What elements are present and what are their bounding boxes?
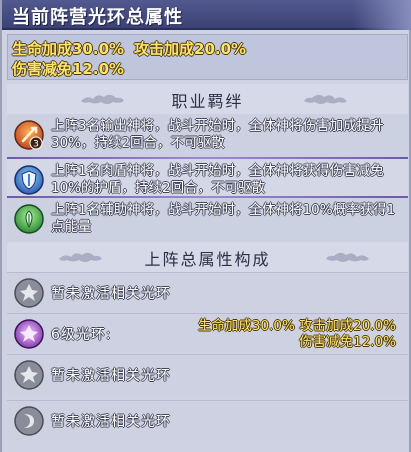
sword-icon: 3: [14, 120, 44, 150]
aura-gray-icon: [14, 406, 44, 436]
aura-purple-icon: [14, 319, 44, 349]
bond-row-damage: 3 上阵3名输出神将，战斗开始时，全体神将伤害加成提升30%，持续2回合，不可驱…: [7, 114, 408, 158]
bond-row-support: 上阵1名辅助神将，战斗开始时，全体神将10%概率获得1点能量: [7, 198, 408, 242]
aura-stat-line-1: 生命加成30.0% 攻击加成20.0%: [197, 318, 396, 334]
aura-status-text: 暂未激活相关光环: [51, 286, 171, 302]
aura-row: 暂未激活相关光环: [7, 272, 408, 312]
bond-description: 上阵1名辅助神将，战斗开始时，全体神将10%概率获得1点能量: [51, 202, 396, 235]
summary-line-1: 生命加成30.0% 攻击加成20.0%: [12, 38, 246, 59]
bonds-section-header: 职业羁绊: [7, 84, 408, 114]
aura-row-active: 6级光环: 生命加成30.0% 攻击加成20.0% 伤害减免12.0%: [7, 313, 408, 353]
aura-attributes-panel: 当前阵营光环总属性 生命加成30.0% 攻击加成20.0% 伤害减免12.0% 职…: [0, 0, 411, 452]
title-bar-cap: [353, 0, 411, 30]
title-bar: 当前阵营光环总属性: [2, 0, 411, 30]
damage-reduction-text: 伤害减免12.0%: [12, 60, 125, 78]
shield-icon: [14, 165, 44, 195]
leaf-icon: [14, 204, 44, 234]
atk-bonus-text: 攻击加成20.0%: [134, 40, 247, 58]
panel-title: 当前阵营光环总属性: [12, 7, 183, 28]
aura-level-label: 6级光环:: [51, 327, 112, 343]
aura-gray-icon: [14, 278, 44, 308]
aura-stat-line-2: 伤害减免12.0%: [299, 334, 396, 350]
attributes-section-header: 上阵总属性构成: [7, 242, 408, 272]
summary-box: 生命加成30.0% 攻击加成20.0% 伤害减免12.0%: [7, 34, 408, 80]
aura-status-text: 暂未激活相关光环: [51, 368, 171, 384]
aura-row: 暂未激活相关光环: [7, 354, 408, 394]
bond-description: 上阵1名肉盾神将，战斗开始时，全体神将获得伤害减免10%的护盾，持续2回合，不可…: [51, 163, 384, 196]
hp-bonus-text: 生命加成30.0%: [12, 40, 125, 58]
aura-gray-icon: [14, 360, 44, 390]
aura-row: 暂未激活相关光环: [7, 400, 408, 440]
bond-description: 上阵3名输出神将，战斗开始时，全体神将伤害加成提升30%，持续2回合，不可驱散: [51, 118, 384, 151]
bond-count-badge: 3: [33, 140, 39, 150]
cloud-ornament-right-icon: [326, 252, 369, 262]
cloud-ornament-right-icon: [304, 94, 347, 104]
aura-status-text: 暂未激活相关光环: [51, 414, 171, 430]
